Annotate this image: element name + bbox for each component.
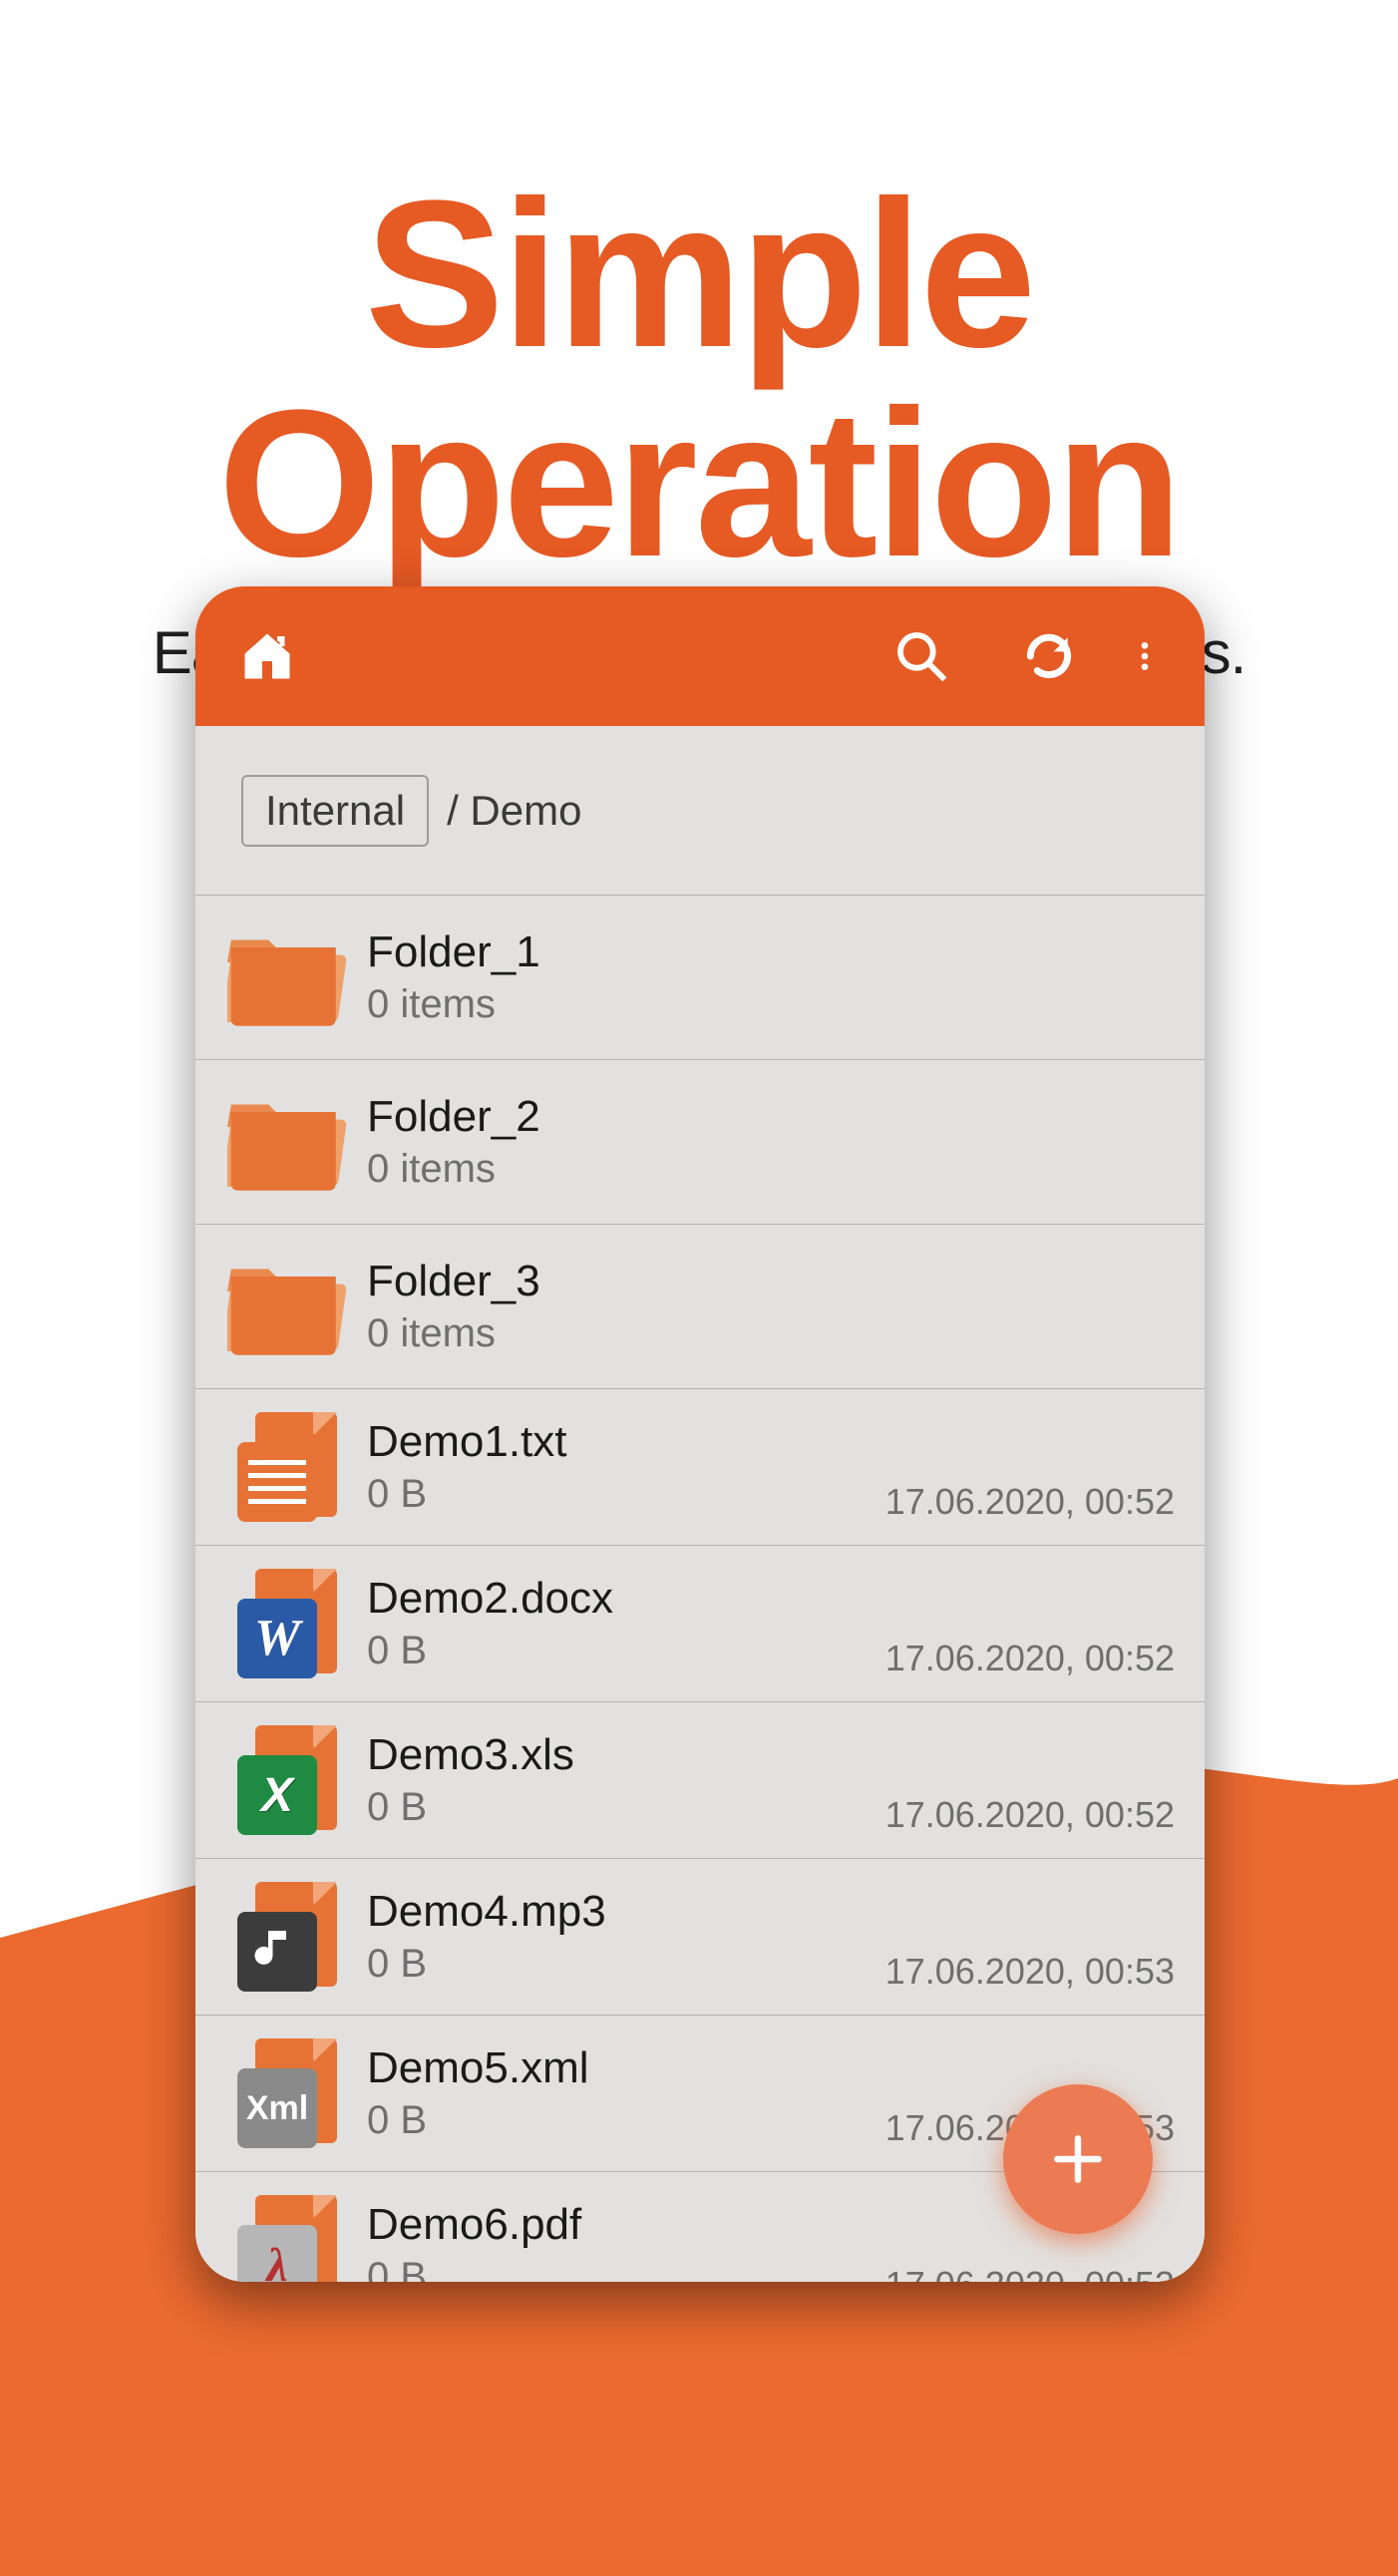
search-icon [893, 628, 949, 684]
breadcrumb-root[interactable]: Internal [241, 775, 429, 847]
file-detail: 0 B [367, 1628, 866, 1673]
file-detail: 0 items [367, 1146, 1175, 1192]
file-date: 17.06.2020, 00:53 [885, 1951, 1175, 1997]
file-date: 17.06.2020, 00:52 [885, 1794, 1175, 1840]
file-name: Demo2.docx [367, 1574, 866, 1625]
add-fab[interactable] [1003, 2084, 1153, 2234]
list-item[interactable]: Folder_3 0 items [195, 1225, 1205, 1389]
file-name: Folder_2 [367, 1092, 1175, 1143]
file-detail: 0 items [367, 1310, 1175, 1356]
list-item[interactable]: W Demo2.docx 0 B 17.06.2020, 00:52 [195, 1546, 1205, 1702]
app-frame: Internal / Demo Folder_1 0 items Folde [195, 586, 1205, 2282]
refresh-icon [1021, 628, 1077, 684]
file-name: Folder_1 [367, 927, 1175, 978]
refresh-button[interactable] [1015, 622, 1083, 690]
home-button[interactable] [233, 622, 301, 690]
folder-icon [217, 1247, 357, 1366]
music-note-icon [250, 1922, 304, 1983]
file-name: Demo5.xml [367, 2043, 866, 2094]
file-name: Demo4.mp3 [367, 1887, 866, 1938]
file-list: Folder_1 0 items Folder_2 0 items [195, 896, 1205, 2282]
xls-file-icon: X [217, 1720, 357, 1840]
pdf-file-icon: λ [217, 2190, 357, 2282]
more-vert-icon [1129, 628, 1161, 684]
breadcrumb: Internal / Demo [195, 726, 1205, 896]
file-date: 17.06.2020, 00:53 [885, 2264, 1175, 2282]
search-button[interactable] [887, 622, 955, 690]
mp3-file-icon [217, 1877, 357, 1997]
folder-icon [217, 918, 357, 1037]
list-item[interactable]: Demo4.mp3 0 B 17.06.2020, 00:53 [195, 1859, 1205, 2016]
file-date: 17.06.2020, 00:52 [885, 1638, 1175, 1683]
file-detail: 0 B [367, 2097, 866, 2143]
file-name: Demo1.txt [367, 1417, 866, 1468]
list-item[interactable]: Folder_2 0 items [195, 1060, 1205, 1225]
file-detail: 0 B [367, 1941, 866, 1987]
txt-file-icon [217, 1407, 357, 1527]
list-item[interactable]: Demo1.txt 0 B 17.06.2020, 00:52 [195, 1389, 1205, 1546]
folder-icon [217, 1082, 357, 1202]
promo-title: Simple Operation [0, 170, 1398, 588]
home-icon [237, 626, 297, 686]
file-detail: 0 B [367, 2254, 866, 2282]
file-name: Folder_3 [367, 1257, 1175, 1307]
file-name: Demo6.pdf [367, 2200, 866, 2251]
file-detail: 0 B [367, 1471, 866, 1517]
breadcrumb-path: / Demo [447, 787, 581, 835]
app-bar [195, 586, 1205, 726]
xml-file-icon: Xml [217, 2033, 357, 2153]
file-detail: 0 B [367, 1784, 866, 1830]
file-detail: 0 items [367, 981, 1175, 1027]
list-item[interactable]: X Demo3.xls 0 B 17.06.2020, 00:52 [195, 1702, 1205, 1859]
more-button[interactable] [1123, 622, 1167, 690]
file-date: 17.06.2020, 00:52 [885, 1481, 1175, 1527]
docx-file-icon: W [217, 1564, 357, 1683]
file-name: Demo3.xls [367, 1730, 866, 1781]
plus-icon [1047, 2128, 1109, 2190]
list-item[interactable]: Folder_1 0 items [195, 896, 1205, 1060]
